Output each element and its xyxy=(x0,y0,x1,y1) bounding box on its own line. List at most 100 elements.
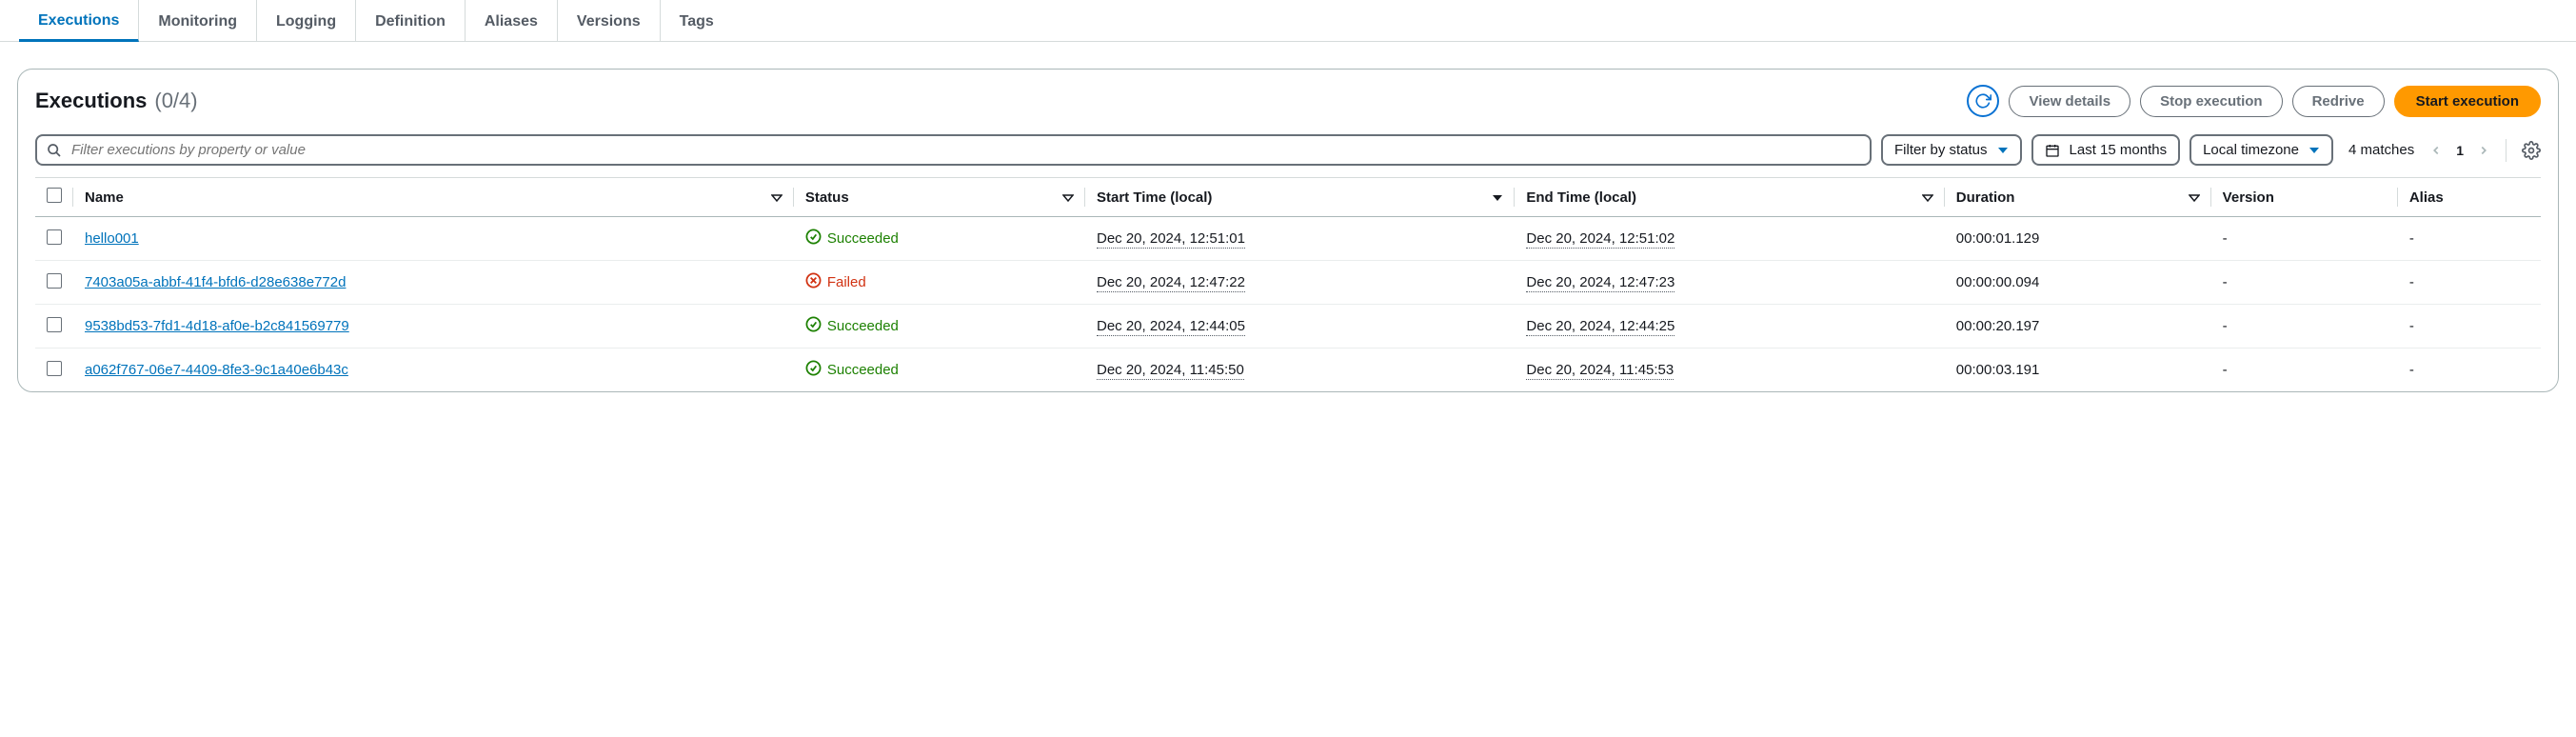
col-header-duration-label: Duration xyxy=(1956,189,2015,206)
header-actions: View details Stop execution Redrive Star… xyxy=(1967,85,2541,117)
select-all-checkbox[interactable] xyxy=(47,188,62,203)
tab-executions[interactable]: Executions xyxy=(19,0,139,42)
status-text: Succeeded xyxy=(827,362,899,378)
refresh-icon xyxy=(1974,92,1991,110)
alias: - xyxy=(2409,274,2414,290)
matches-label: 4 matches xyxy=(2343,142,2420,158)
col-header-alias: Alias xyxy=(2398,178,2541,217)
tab-logging[interactable]: Logging xyxy=(257,0,356,41)
execution-name-link[interactable]: a062f767-06e7-4409-8fe3-9c1a40e6b43c xyxy=(85,362,348,378)
tab-monitoring[interactable]: Monitoring xyxy=(139,0,257,41)
execution-name-link[interactable]: 9538bd53-7fd1-4d18-af0e-b2c841569779 xyxy=(85,318,349,334)
chevron-left-icon xyxy=(2429,144,2443,157)
timezone-dropdown[interactable]: Local timezone xyxy=(2190,134,2333,166)
version: - xyxy=(2223,318,2228,334)
panel-header: Executions (0/4) View details Stop execu… xyxy=(35,85,2541,117)
end-time: Dec 20, 2024, 12:47:23 xyxy=(1526,274,1674,292)
end-time: Dec 20, 2024, 12:44:25 xyxy=(1526,318,1674,336)
col-header-start-time-label: Start Time (local) xyxy=(1097,189,1212,206)
duration: 00:00:00.094 xyxy=(1956,274,2040,290)
filter-row: Filter by status Last 15 months Local ti… xyxy=(35,134,2541,166)
duration: 00:00:20.197 xyxy=(1956,318,2040,334)
refresh-button[interactable] xyxy=(1967,85,1999,117)
caret-down-icon xyxy=(2308,145,2320,156)
status-filter-dropdown[interactable]: Filter by status xyxy=(1881,134,2022,166)
start-time: Dec 20, 2024, 11:45:50 xyxy=(1097,362,1244,380)
version: - xyxy=(2223,362,2228,378)
col-header-end-time-label: End Time (local) xyxy=(1526,189,1636,206)
check-icon xyxy=(805,360,822,380)
executions-table: Name Status Start Time (local) xyxy=(35,177,2541,391)
status-filter-label: Filter by status xyxy=(1894,142,1988,158)
caret-down-icon xyxy=(1997,145,2009,156)
sort-icon xyxy=(1062,191,1074,203)
redrive-button[interactable]: Redrive xyxy=(2292,86,2385,117)
end-time: Dec 20, 2024, 12:51:02 xyxy=(1526,230,1674,249)
panel-title-text: Executions xyxy=(35,89,147,113)
col-header-alias-label: Alias xyxy=(2409,189,2444,206)
start-execution-button[interactable]: Start execution xyxy=(2394,86,2541,117)
check-icon xyxy=(805,229,822,249)
search-input[interactable] xyxy=(71,142,1860,158)
table-row: a062f767-06e7-4409-8fe3-9c1a40e6b43c Succ… xyxy=(35,349,2541,392)
stop-execution-button[interactable]: Stop execution xyxy=(2140,86,2283,117)
col-header-end-time[interactable]: End Time (local) xyxy=(1515,178,1944,217)
tab-tags[interactable]: Tags xyxy=(661,0,733,41)
alias: - xyxy=(2409,362,2414,378)
row-checkbox[interactable] xyxy=(47,229,62,245)
version: - xyxy=(2223,230,2228,247)
tab-definition[interactable]: Definition xyxy=(356,0,466,41)
execution-name-link[interactable]: hello001 xyxy=(85,230,139,247)
sort-icon xyxy=(1492,191,1503,203)
col-header-duration[interactable]: Duration xyxy=(1945,178,2211,217)
status-badge: Failed xyxy=(805,272,1074,292)
col-header-status-label: Status xyxy=(805,189,849,206)
search-icon xyxy=(47,143,62,158)
executions-panel: Executions (0/4) View details Stop execu… xyxy=(17,69,2559,392)
status-badge: Succeeded xyxy=(805,229,1074,249)
start-time: Dec 20, 2024, 12:47:22 xyxy=(1097,274,1245,292)
status-text: Succeeded xyxy=(827,230,899,247)
table-row: 9538bd53-7fd1-4d18-af0e-b2c841569779 Succ… xyxy=(35,305,2541,349)
panel-title-count: (0/4) xyxy=(154,89,197,113)
view-details-button[interactable]: View details xyxy=(2009,86,2130,117)
chevron-right-icon xyxy=(2477,144,2490,157)
tab-versions[interactable]: Versions xyxy=(558,0,661,41)
search-input-wrap[interactable] xyxy=(35,134,1872,166)
col-header-status[interactable]: Status xyxy=(794,178,1085,217)
tabs-bar: Executions Monitoring Logging Definition… xyxy=(0,0,2576,42)
timezone-label: Local timezone xyxy=(2203,142,2299,158)
col-header-start-time[interactable]: Start Time (local) xyxy=(1085,178,1515,217)
sort-icon xyxy=(2189,191,2200,203)
sort-icon xyxy=(771,191,783,203)
execution-name-link[interactable]: 7403a05a-abbf-41f4-bfd6-d28e638e772d xyxy=(85,274,346,290)
prev-page-button[interactable] xyxy=(2429,144,2443,157)
end-time: Dec 20, 2024, 11:45:53 xyxy=(1526,362,1674,380)
duration: 00:00:01.129 xyxy=(1956,230,2040,247)
date-range-dropdown[interactable]: Last 15 months xyxy=(2031,134,2181,166)
version: - xyxy=(2223,274,2228,290)
panel-title: Executions (0/4) xyxy=(35,89,198,113)
next-page-button[interactable] xyxy=(2477,144,2490,157)
start-time: Dec 20, 2024, 12:44:05 xyxy=(1097,318,1245,336)
col-header-checkbox xyxy=(35,178,73,217)
calendar-icon xyxy=(2045,143,2060,158)
page-number: 1 xyxy=(2456,143,2464,158)
col-header-version: Version xyxy=(2211,178,2398,217)
tab-aliases[interactable]: Aliases xyxy=(466,0,558,41)
sort-icon xyxy=(1922,191,1933,203)
error-icon xyxy=(805,272,822,292)
row-checkbox[interactable] xyxy=(47,273,62,289)
status-text: Failed xyxy=(827,274,866,290)
col-header-name-label: Name xyxy=(85,189,124,206)
alias: - xyxy=(2409,230,2414,247)
row-checkbox[interactable] xyxy=(47,361,62,376)
check-icon xyxy=(805,316,822,336)
pager: 1 xyxy=(2429,143,2490,158)
col-header-name[interactable]: Name xyxy=(73,178,794,217)
settings-button[interactable] xyxy=(2522,141,2541,160)
status-badge: Succeeded xyxy=(805,360,1074,380)
row-checkbox[interactable] xyxy=(47,317,62,332)
gear-icon xyxy=(2522,141,2541,160)
status-text: Succeeded xyxy=(827,318,899,334)
